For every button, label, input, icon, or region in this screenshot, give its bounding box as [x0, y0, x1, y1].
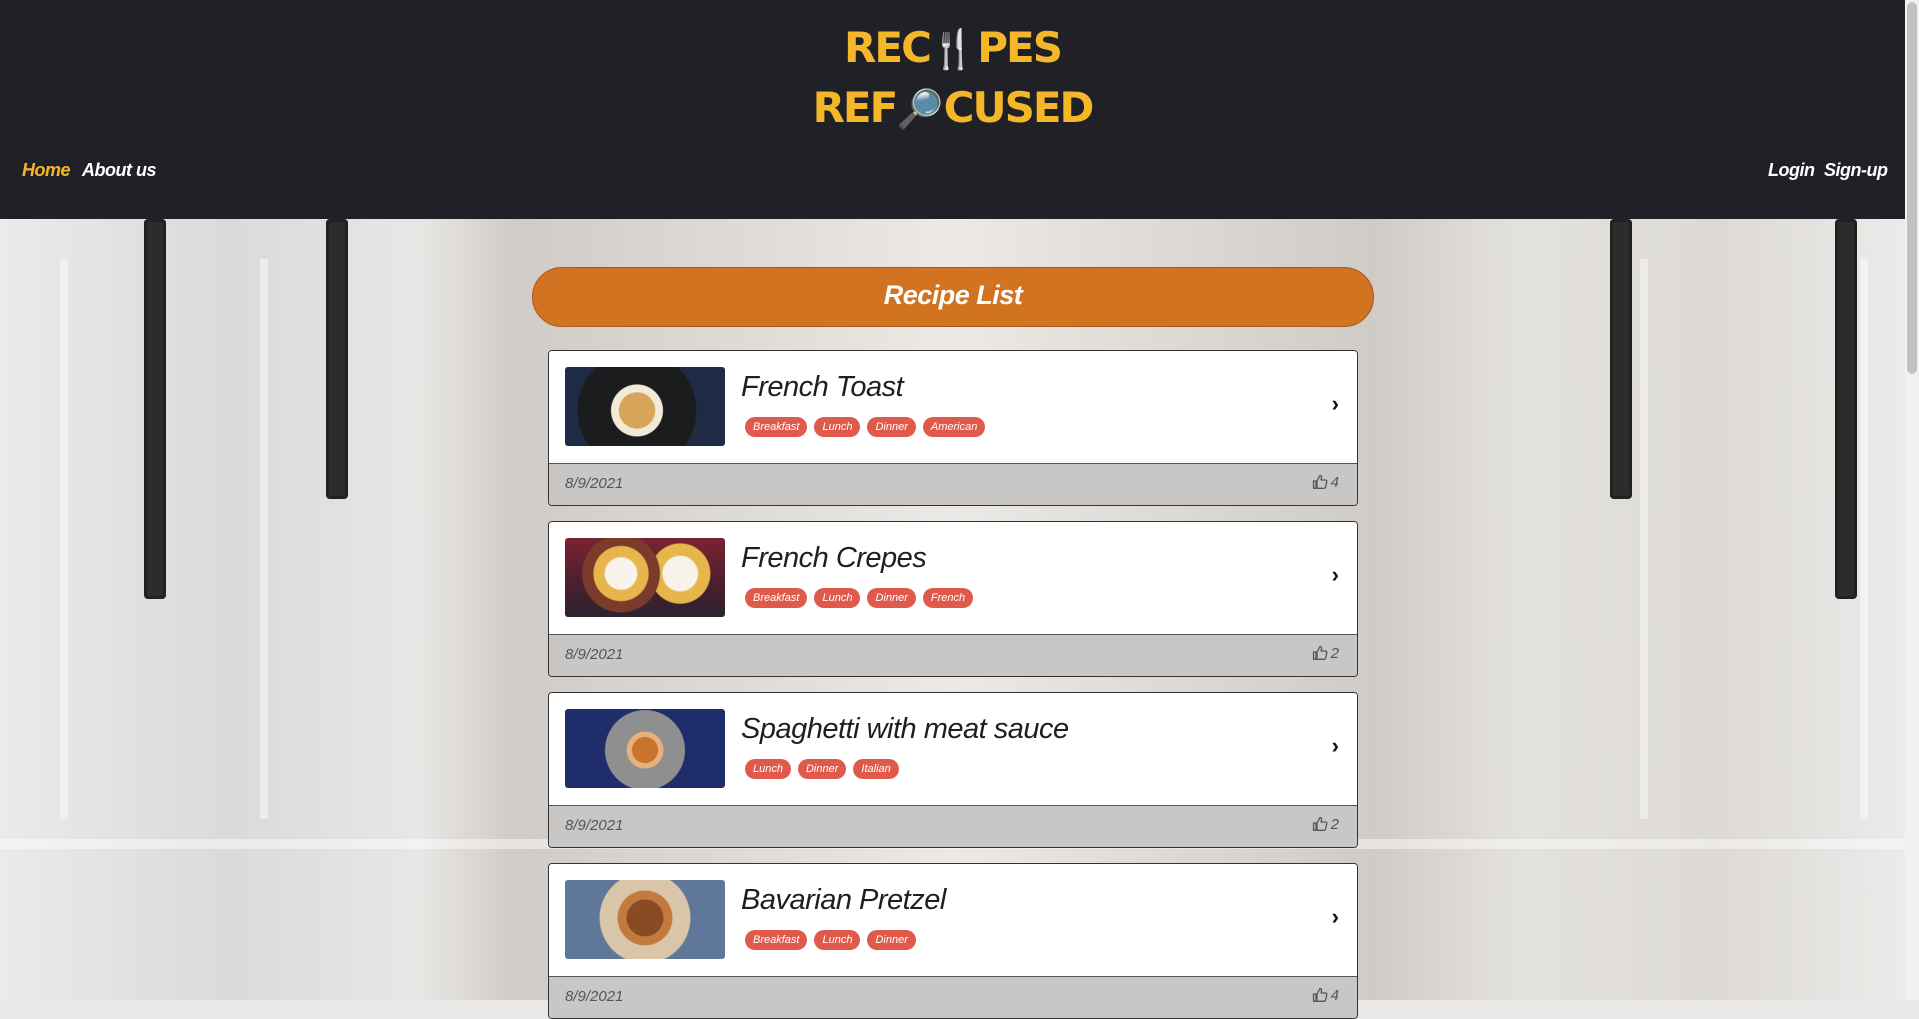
thumbs-up-icon[interactable]: [1312, 816, 1328, 832]
logo-text: CUSED: [943, 83, 1095, 132]
like-count: 2: [1330, 645, 1339, 662]
pretzel-photo: [565, 880, 725, 959]
logo-text: PES: [977, 23, 1063, 72]
cabinet-panel-edge: [60, 259, 68, 819]
recipe-tag-badge: Lunch: [814, 588, 861, 608]
recipe-tag-badge: Dinner: [867, 417, 916, 437]
like-counter[interactable]: 4: [1312, 987, 1339, 1004]
thumbs-up-icon[interactable]: [1312, 645, 1328, 661]
recipe-tags: Breakfast Lunch Dinner: [745, 930, 923, 950]
recipe-tag-badge: Dinner: [867, 588, 916, 608]
recipe-title[interactable]: French Toast: [741, 371, 904, 404]
recipe-date: 8/9/2021: [565, 475, 624, 492]
recipe-tags: Breakfast Lunch Dinner American: [745, 417, 992, 437]
recipe-tags: Lunch Dinner Italian: [745, 759, 906, 779]
chevron-right-icon[interactable]: ›: [1332, 733, 1339, 759]
recipe-card[interactable]: Bavarian Pretzel Breakfast Lunch Dinner › 8/9…: [548, 863, 1358, 1019]
recipe-card[interactable]: French Toast Breakfast Lunch Dinner American…: [548, 350, 1358, 506]
recipe-card[interactable]: French Crepes Breakfast Lunch Dinner French ›…: [548, 521, 1358, 677]
recipe-card-body[interactable]: French Crepes Breakfast Lunch Dinner French ›: [549, 522, 1357, 635]
french-crepes-photo: [565, 538, 725, 617]
chevron-right-icon[interactable]: ›: [1332, 391, 1339, 417]
cabinet-panel-edge: [1860, 259, 1868, 819]
recipe-tag-badge: Breakfast: [745, 930, 808, 950]
chevron-right-icon[interactable]: ›: [1332, 562, 1339, 588]
cabinet-handle: [144, 219, 166, 599]
recipe-title[interactable]: Spaghetti with meat sauce: [741, 713, 1069, 746]
recipe-tag-badge: Lunch: [745, 759, 791, 779]
nav-signup-link[interactable]: Sign-up: [1824, 160, 1888, 181]
recipe-title[interactable]: Bavarian Pretzel: [741, 884, 946, 917]
recipe-tag-badge: Italian: [853, 759, 899, 779]
recipe-card-footer: 8/9/2021 2: [549, 635, 1357, 676]
recipe-card-body[interactable]: Spaghetti with meat sauce Lunch Dinner Ital…: [549, 693, 1357, 806]
recipe-card-body[interactable]: French Toast Breakfast Lunch Dinner American…: [549, 351, 1357, 464]
recipe-card-body[interactable]: Bavarian Pretzel Breakfast Lunch Dinner ›: [549, 864, 1357, 977]
recipe-card-footer: 8/9/2021 4: [549, 464, 1357, 505]
recipe-title[interactable]: French Crepes: [741, 542, 927, 575]
chevron-right-icon[interactable]: ›: [1332, 904, 1339, 930]
nav-login-link[interactable]: Login: [1768, 160, 1815, 181]
fork-knife-icon: 🍴: [929, 27, 978, 71]
like-counter[interactable]: 2: [1312, 816, 1339, 833]
spaghetti-photo: [565, 709, 725, 788]
thumbs-up-icon[interactable]: [1312, 474, 1328, 490]
nav-home-link[interactable]: Home: [22, 160, 71, 181]
like-count: 2: [1330, 816, 1339, 833]
recipe-tag-badge: French: [922, 588, 974, 608]
recipe-card-footer: 8/9/2021 4: [549, 977, 1357, 1018]
recipe-tag-badge: Dinner: [797, 759, 847, 779]
nav-about-link[interactable]: About us: [82, 160, 157, 181]
thumbs-up-icon[interactable]: [1312, 987, 1328, 1003]
site-logo-line2[interactable]: REF🔎CUSED: [0, 78, 1905, 139]
cabinet-handle: [326, 219, 348, 499]
like-counter[interactable]: 2: [1312, 645, 1339, 662]
recipe-date: 8/9/2021: [565, 988, 624, 1005]
recipe-tag-badge: Dinner: [867, 930, 916, 950]
logo-text: REC: [844, 23, 932, 72]
recipe-list-heading: Recipe List: [532, 267, 1374, 327]
site-header: REC🍴PES REF🔎CUSED Home About us Login Si…: [0, 0, 1905, 219]
french-toast-photo: [565, 367, 725, 446]
cabinet-handle: [1835, 219, 1857, 599]
like-count: 4: [1330, 987, 1339, 1004]
recipe-tag-badge: Lunch: [814, 930, 861, 950]
recipe-tag-badge: Lunch: [814, 417, 861, 437]
recipe-card-footer: 8/9/2021 2: [549, 806, 1357, 847]
cabinet-panel-edge: [260, 259, 268, 819]
recipe-date: 8/9/2021: [565, 817, 624, 834]
site-logo-line1[interactable]: REC🍴PES: [0, 18, 1905, 79]
cabinet-panel-edge: [1640, 259, 1648, 819]
cabinet-handle: [1610, 219, 1632, 499]
recipe-tag-badge: Breakfast: [745, 417, 808, 437]
recipe-card[interactable]: Spaghetti with meat sauce Lunch Dinner Ital…: [548, 692, 1358, 848]
recipe-tag-badge: American: [922, 417, 986, 437]
magnifier-icon: 🔎: [896, 87, 944, 131]
recipe-tags: Breakfast Lunch Dinner French: [745, 588, 980, 608]
like-counter[interactable]: 4: [1312, 474, 1339, 491]
scrollbar-thumb[interactable]: [1907, 2, 1917, 374]
like-count: 4: [1330, 474, 1339, 491]
recipe-tag-badge: Breakfast: [745, 588, 808, 608]
logo-text: REF: [812, 83, 899, 132]
recipe-date: 8/9/2021: [565, 646, 624, 663]
